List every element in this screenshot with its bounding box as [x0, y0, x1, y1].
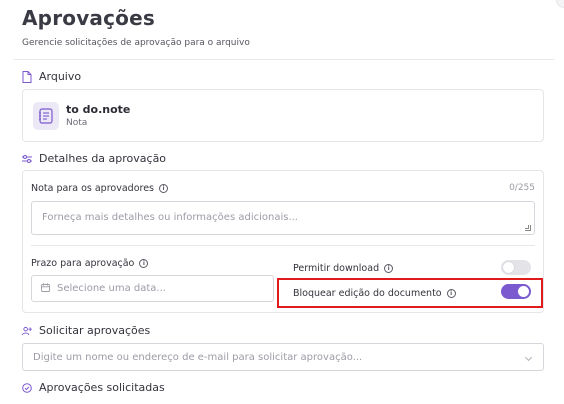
request-section-title: Solicitar aprovações — [39, 324, 151, 337]
info-icon[interactable]: i — [159, 184, 169, 193]
check-circle-icon — [22, 382, 32, 394]
info-icon[interactable]: i — [139, 259, 149, 268]
approver-search-placeholder: Digite um nome ou endereço de e-mail par… — [33, 351, 363, 363]
calendar-icon — [41, 282, 50, 295]
file-section-header: Arquivo — [22, 70, 81, 83]
allow-download-toggle[interactable] — [501, 260, 531, 275]
file-icon — [22, 70, 32, 83]
divider — [31, 245, 535, 246]
request-section-header: Solicitar aprovações — [22, 324, 150, 337]
chevron-down-icon[interactable] — [524, 353, 533, 362]
details-section-title: Detalhes da aprovação — [39, 152, 167, 165]
note-label-text: Nota para os aprovadores — [31, 183, 155, 194]
corner-decoration — [556, 0, 564, 8]
file-section-title: Arquivo — [39, 70, 82, 83]
divider — [14, 59, 554, 60]
deadline-placeholder: Selecione uma data... — [57, 283, 166, 294]
allow-download-text: Permitir download — [293, 263, 380, 274]
deadline-date-input[interactable]: Selecione uma data... — [31, 275, 274, 302]
requested-section-header: Aprovações solicitadas — [22, 381, 165, 394]
allow-download-label: Permitir download i — [293, 263, 394, 274]
note-field-label: Nota para os aprovadores i — [31, 183, 169, 194]
note-textarea[interactable]: Forneça mais detalhes ou informações adi… — [31, 201, 535, 235]
user-plus-icon — [22, 325, 32, 337]
approver-search-input[interactable]: Digite um nome ou endereço de e-mail par… — [22, 343, 544, 371]
sliders-icon — [22, 153, 32, 165]
toggle-knob — [503, 262, 514, 273]
note-placeholder: Forneça mais detalhes ou informações adi… — [42, 212, 298, 223]
page-title: Aprovações — [22, 6, 155, 30]
deadline-field-label: Prazo para aprovação i — [31, 258, 149, 269]
details-section-header: Detalhes da aprovação — [22, 152, 166, 165]
deadline-label-text: Prazo para aprovação — [31, 258, 135, 269]
page-subtitle: Gerencie solicitações de aprovação para … — [22, 38, 250, 48]
file-card: to do.note Nota — [22, 89, 544, 142]
resize-handle-icon[interactable] — [525, 225, 531, 231]
info-icon[interactable]: i — [384, 264, 394, 273]
requested-section-title: Aprovações solicitadas — [39, 381, 165, 394]
note-icon — [33, 102, 59, 130]
note-counter: 0/255 — [509, 183, 535, 193]
highlight-box — [277, 278, 543, 308]
file-type: Nota — [66, 118, 88, 128]
file-name: to do.note — [66, 103, 131, 116]
